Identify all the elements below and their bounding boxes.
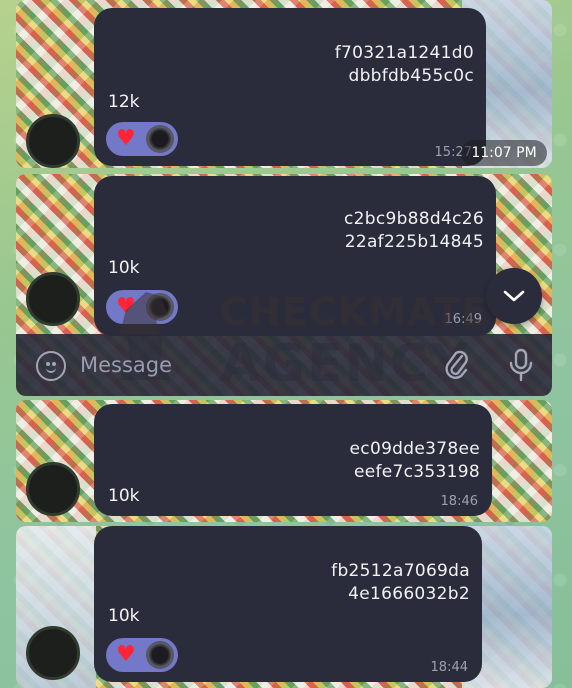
hash-line-1: fb2512a7069da — [331, 561, 470, 581]
hash-line-1: ec09dde378ee — [349, 439, 480, 459]
message-input[interactable] — [80, 348, 420, 382]
message-panel-3: ec09dde378ee eefe7c353198 10k 18:46 — [16, 400, 552, 522]
avatar[interactable] — [26, 462, 80, 516]
hash-line-2: eefe7c353198 — [353, 462, 480, 482]
message-hash: fb2512a7069da 4e1666032b2 — [331, 560, 470, 606]
message-time: 16:49 — [444, 312, 482, 327]
heart-icon: ♥ — [116, 642, 136, 667]
avatar[interactable] — [26, 272, 80, 326]
hash-line-2: 22af225b14845 — [344, 232, 484, 252]
view-count: 10k — [108, 258, 140, 278]
reactor-avatar — [146, 641, 174, 669]
view-count: 10k — [108, 606, 140, 626]
heart-icon: ♥ — [116, 294, 136, 319]
hash-line-1: c2bc9b88d4c26 — [343, 209, 484, 229]
heart-icon: ♥ — [116, 126, 136, 151]
message-hash: c2bc9b88d4c26 22af225b14845 — [344, 208, 484, 254]
message-hash: f70321a1241d0 dbbfdb455c0c — [335, 42, 474, 88]
message-bubble[interactable]: f70321a1241d0 dbbfdb455c0c 12k ♥ 15:27 — [94, 8, 486, 166]
reactor-avatar — [146, 125, 174, 153]
message-panel-4: fb2512a7069da 4e1666032b2 10k ♥ 18:44 — [16, 526, 552, 688]
view-count: 10k — [108, 486, 140, 506]
clock-overlay: 11:07 PM — [461, 140, 547, 166]
scroll-down-button[interactable] — [486, 268, 542, 324]
chevron-down-icon — [503, 290, 525, 302]
reaction-pill[interactable]: ♥ — [106, 638, 178, 672]
attach-icon[interactable] — [444, 348, 470, 389]
message-hash: ec09dde378ee eefe7c353198 — [350, 438, 480, 484]
avatar[interactable] — [26, 114, 80, 168]
reaction-pill[interactable]: ♥ — [106, 122, 178, 156]
hash-line-2: 4e1666032b2 — [348, 584, 470, 604]
avatar[interactable] — [26, 626, 80, 680]
message-bubble[interactable]: c2bc9b88d4c26 22af225b14845 10k ♥ 16:49 — [94, 176, 496, 336]
message-time: 18:44 — [430, 660, 468, 675]
message-bubble[interactable]: fb2512a7069da 4e1666032b2 10k ♥ 18:44 — [94, 526, 482, 682]
hash-line-2: dbbfdb455c0c — [348, 66, 474, 86]
reaction-pill[interactable]: ♥ — [106, 290, 178, 324]
reactor-avatar — [146, 293, 174, 321]
message-composer — [16, 334, 552, 396]
hash-line-1: f70321a1241d0 — [334, 43, 474, 63]
message-bubble[interactable]: ec09dde378ee eefe7c353198 10k 18:46 — [94, 404, 492, 516]
message-time: 18:46 — [440, 494, 478, 509]
microphone-icon[interactable] — [508, 348, 534, 382]
emoji-icon[interactable] — [36, 351, 66, 381]
view-count: 12k — [108, 92, 140, 112]
